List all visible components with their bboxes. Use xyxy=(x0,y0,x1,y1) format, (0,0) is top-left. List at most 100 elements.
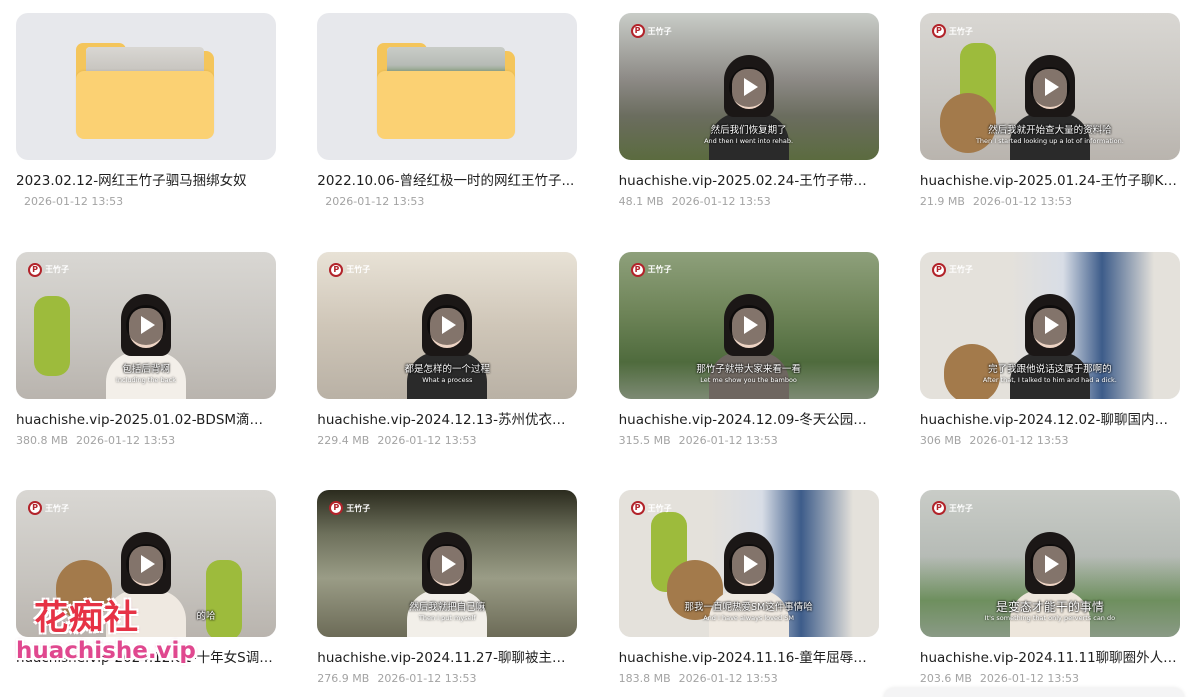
file-size: 48.1 MB xyxy=(618,195,664,208)
video-thumbnail[interactable]: P 王竹子 那竹子就带大家来看一看 Let me show you the bamb… xyxy=(618,251,879,399)
channel-logo: P 王竹子 xyxy=(28,500,69,516)
subtitle: 然后我们恢复期了 And then I went into rehab. xyxy=(704,125,794,145)
file-date: 2026-01-12 13:53 xyxy=(377,672,477,685)
subtitle: 然后我就把自己嘛 Then I put myself xyxy=(409,602,486,622)
file-meta: 48.1 MB 2026-01-12 13:53 xyxy=(619,195,879,209)
play-icon[interactable] xyxy=(126,543,166,584)
file-title[interactable]: 2023.02.12-网红王竹子驷马捆绑女奴 xyxy=(16,172,276,190)
folder-card[interactable]: 2023.02.12-网红王竹子驷马捆绑女奴 2026-01-12 13:53 xyxy=(16,13,276,252)
channel-logo: P 王竹子 xyxy=(28,262,69,278)
file-size: 306 MB xyxy=(919,433,962,447)
file-date: 2026-01-12 13:53 xyxy=(979,672,1080,685)
file-meta: 183.8 MB 2026-01-12 13:53 xyxy=(619,672,879,686)
channel-logo: P 王竹子 xyxy=(329,500,370,516)
file-title[interactable]: huachishe.vip-2024.11.27-聊聊被主人装... xyxy=(317,649,577,667)
subtitle: 包括后背啊 Including the back xyxy=(116,363,176,384)
file-title[interactable]: huachishe.vip-2024.11.11聊聊圈外人🉐... xyxy=(920,649,1180,667)
file-size: 21.9 MB xyxy=(919,195,965,208)
file-title[interactable]: 2022.10.06-曾经红极一时的网红王竹子... xyxy=(317,172,577,190)
video-card[interactable]: P 王竹子 然后我们恢复期了 And then I went into rehab.… xyxy=(618,13,879,252)
folder-icon xyxy=(377,43,516,139)
play-icon[interactable] xyxy=(728,66,769,107)
video-card[interactable]: P 王竹子 完了我跟他说话这属于那啊的 After that, I talked t… xyxy=(919,251,1180,491)
file-title[interactable]: huachishe.vip-2025.01.02-BDSM滴蜡演... xyxy=(16,411,276,429)
video-thumbnail[interactable]: P 王竹子 包括后背啊 Including the back xyxy=(16,251,276,399)
file-date: 2026-01-12 13:53 xyxy=(678,433,778,447)
video-card[interactable]: P 王竹子 那我一直呢热爱SM这件事情哈 And I have always lov… xyxy=(618,490,879,697)
play-icon[interactable] xyxy=(1029,543,1070,584)
file-size: 380.8 MB xyxy=(16,433,69,447)
file-size: 203.6 MB xyxy=(919,672,972,685)
file-date: 2026-01-12 13:53 xyxy=(972,195,1073,208)
video-thumbnail[interactable]: P 王竹子 那我一直呢热爱SM这件事情哈 And I have always lov… xyxy=(618,490,879,637)
play-icon[interactable] xyxy=(427,543,468,584)
plush-toy xyxy=(206,560,242,637)
video-thumbnail[interactable]: P 王竹子 然后我们恢复期了 And then I went into rehab. xyxy=(618,13,879,160)
watermark: 花痴社 huachishe.vip xyxy=(16,598,196,664)
file-size: 315.5 MB xyxy=(618,433,671,447)
file-meta: 203.6 MB 2026-01-12 13:53 xyxy=(920,672,1180,686)
watermark-url: huachishe.vip xyxy=(16,638,196,664)
file-meta: 2026-01-12 13:53 xyxy=(317,195,577,209)
channel-logo: P 王竹子 xyxy=(630,23,672,39)
subtitle: 是变态才能干的事情 It's something that only perver… xyxy=(984,600,1116,622)
video-thumbnail[interactable]: P 王竹子 然后我就把自己嘛 Then I put myself xyxy=(317,490,578,637)
play-icon[interactable] xyxy=(1029,66,1070,107)
video-card[interactable]: P 王竹子 的哈 huachishe.vip-2024.12.01-十年女S调教.… xyxy=(16,490,276,697)
file-title[interactable]: huachishe.vip-2024.12.02-聊聊国内圈... xyxy=(920,411,1180,429)
video-card[interactable]: P 王竹子 都是怎样的一个过程 What a process huachishe.v… xyxy=(317,251,578,491)
folder-thumbnail[interactable] xyxy=(16,13,276,160)
channel-logo: P 王竹子 xyxy=(630,500,672,516)
file-title[interactable]: huachishe.vip-2024.11.16-童年屈辱经历... xyxy=(619,649,879,667)
file-meta: 276.9 MB 2026-01-12 13:53 xyxy=(317,672,577,686)
channel-logo: P 王竹子 xyxy=(931,262,973,278)
file-title[interactable]: huachishe.vip-2025.02.24-王竹子带尿... xyxy=(619,172,879,190)
file-meta: 306 MB 2026-01-12 13:53 xyxy=(920,434,1180,448)
play-icon[interactable] xyxy=(126,305,166,345)
watermark-logo: 花痴社 xyxy=(34,598,139,638)
file-date: 2026-01-12 13:53 xyxy=(377,433,477,447)
file-meta: 315.5 MB 2026-01-12 13:53 xyxy=(619,434,879,448)
subtitle: 然后我就开始查大量的资料哈 Then I started looking up a… xyxy=(975,125,1124,145)
video-card[interactable]: P 王竹子 那竹子就带大家来看一看 Let me show you the bamb… xyxy=(618,251,879,491)
file-meta: 229.4 MB 2026-01-12 13:53 xyxy=(317,434,577,448)
file-size: 183.8 MB xyxy=(618,672,671,685)
file-meta xyxy=(16,672,276,686)
file-title[interactable]: huachishe.vip-2024.12.09-冬天公园调... xyxy=(619,411,879,429)
play-icon[interactable] xyxy=(1029,305,1070,345)
file-date: 2026-01-12 13:53 xyxy=(678,672,778,685)
video-thumbnail[interactable]: P 王竹子 是变态才能干的事情 It's something that only p… xyxy=(919,490,1180,637)
file-grid: 2023.02.12-网红王竹子驷马捆绑女奴 2026-01-12 13:53 … xyxy=(16,13,1180,697)
file-size: 229.4 MB xyxy=(317,433,370,447)
file-date: 2026-01-12 13:53 xyxy=(671,195,771,208)
subtitle: 那竹子就带大家来看一看 Let me show you the bamboo xyxy=(696,363,801,384)
video-card[interactable]: P 王竹子 然后我就把自己嘛 Then I put myself huachishe… xyxy=(317,490,578,697)
file-date: 2026-01-12 13:53 xyxy=(76,433,176,447)
bottom-panel-edge xyxy=(884,688,1184,697)
channel-logo: P 王竹子 xyxy=(329,262,370,278)
video-thumbnail[interactable]: P 王竹子 然后我就开始查大量的资料哈 Then I started looking… xyxy=(919,13,1180,160)
folder-thumbnail[interactable] xyxy=(317,13,578,160)
video-card[interactable]: P 王竹子 是变态才能干的事情 It's something that only p… xyxy=(919,490,1180,697)
play-icon[interactable] xyxy=(728,543,769,584)
subtitle: 都是怎样的一个过程 What a process xyxy=(404,363,491,384)
folder-icon xyxy=(76,43,214,139)
file-date: 2026-01-12 13:53 xyxy=(969,433,1069,447)
video-thumbnail[interactable]: P 王竹子 都是怎样的一个过程 What a process xyxy=(317,251,578,399)
subtitle: 那我一直呢热爱SM这件事情哈 And I have always loved SM xyxy=(684,602,813,622)
folder-card[interactable]: 2022.10.06-曾经红极一时的网红王竹子... 2026-01-12 13… xyxy=(317,13,578,252)
file-meta: 2026-01-12 13:53 xyxy=(16,195,276,209)
subtitle: 完了我跟他说话这属于那啊的 After that, I talked to him… xyxy=(982,363,1117,384)
file-size: 276.9 MB xyxy=(317,672,370,685)
file-title[interactable]: huachishe.vip-2024.12.13-苏州优衣库... xyxy=(317,411,577,429)
file-title[interactable]: huachishe.vip-2025.01.24-王竹子聊K9... xyxy=(920,172,1180,190)
file-date: 2026-01-12 13:53 xyxy=(24,195,124,208)
video-thumbnail[interactable]: P 王竹子 完了我跟他说话这属于那啊的 After that, I talked t… xyxy=(919,251,1180,399)
video-card[interactable]: P 王竹子 然后我就开始查大量的资料哈 Then I started looking… xyxy=(919,13,1180,252)
channel-logo: P 王竹子 xyxy=(931,500,973,516)
file-meta: 21.9 MB 2026-01-12 13:53 xyxy=(920,195,1180,209)
file-date: 2026-01-12 13:53 xyxy=(325,195,425,208)
video-card[interactable]: P 王竹子 包括后背啊 Including the back huachishe.v… xyxy=(16,251,276,491)
play-icon[interactable] xyxy=(728,305,769,345)
file-meta: 380.8 MB 2026-01-12 13:53 xyxy=(16,434,276,448)
